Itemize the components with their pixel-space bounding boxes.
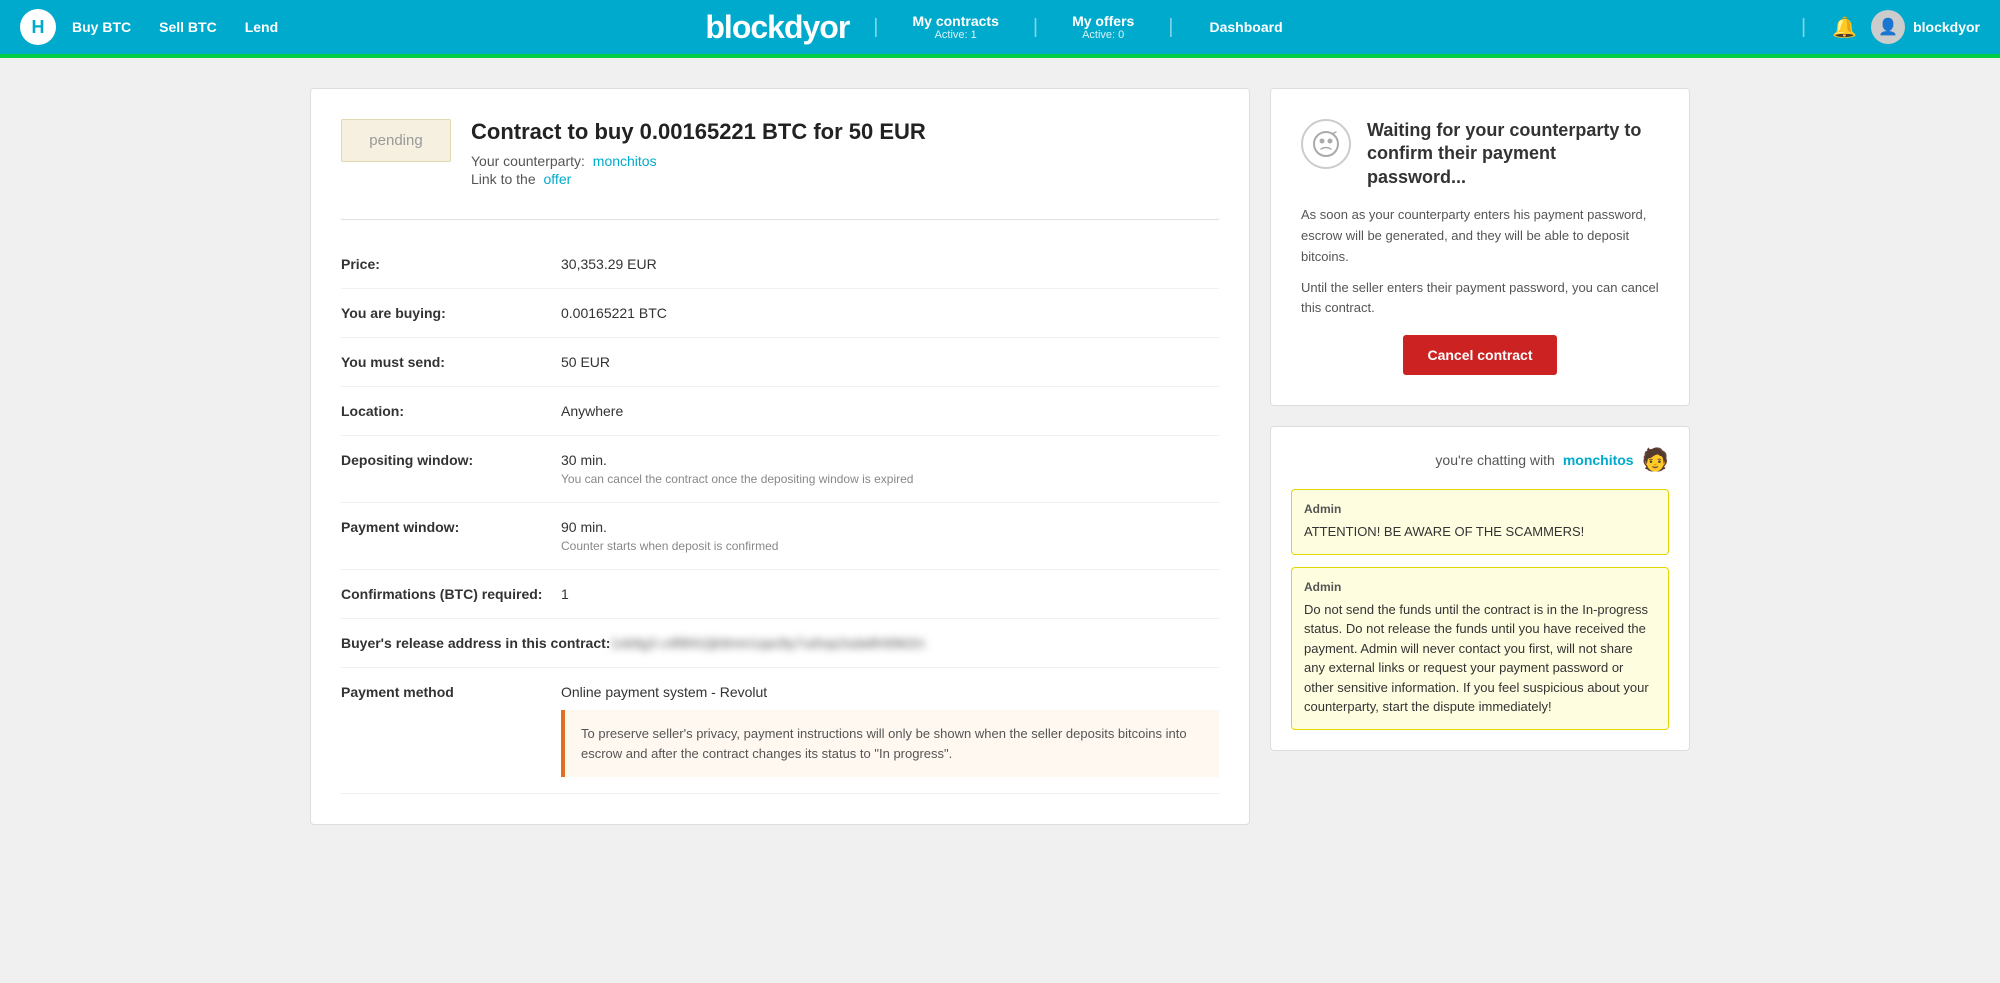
buying-value: 0.00165221 BTC xyxy=(561,305,1219,321)
main-container: pending Contract to buy 0.00165221 BTC f… xyxy=(250,58,1750,855)
right-panel: Waiting for your counterparty to confirm… xyxy=(1270,88,1690,825)
location-label: Location: xyxy=(341,403,561,419)
avatar-icon: 👤 xyxy=(1878,17,1898,37)
nav-divider-4: | xyxy=(1801,16,1806,39)
price-row: Price: 30,353.29 EUR xyxy=(341,240,1219,289)
location-value: Anywhere xyxy=(561,403,1219,419)
navbar-logo-center: blockdyor | My contracts Active: 1 | My … xyxy=(705,9,1294,46)
chat-message: Admin Do not send the funds until the con… xyxy=(1291,567,1669,730)
navbar-left-links: H Buy BTC Sell BTC Lend xyxy=(20,9,290,45)
counterparty-label: Your counterparty: xyxy=(471,153,585,169)
contract-details: Price: 30,353.29 EUR You are buying: 0.0… xyxy=(341,219,1219,794)
waiting-box: Waiting for your counterparty to confirm… xyxy=(1270,88,1690,406)
chat-message: Admin ATTENTION! BE AWARE OF THE SCAMMERS… xyxy=(1291,489,1669,555)
nav-divider-1: | xyxy=(873,16,878,39)
site-logo-text: blockdyor xyxy=(705,9,849,46)
nav-my-offers[interactable]: My offers Active: 0 xyxy=(1062,13,1144,41)
price-label: Price: xyxy=(341,256,561,272)
privacy-notice: To preserve seller's privacy, payment in… xyxy=(561,710,1219,777)
buying-label: You are buying: xyxy=(341,305,561,321)
my-offers-active: Active: 0 xyxy=(1082,29,1124,41)
msg-sender: Admin xyxy=(1304,502,1656,516)
buying-row: You are buying: 0.00165221 BTC xyxy=(341,289,1219,338)
waiting-icon xyxy=(1301,119,1351,169)
nav-sell-btc[interactable]: Sell BTC xyxy=(147,11,229,43)
contract-title: Contract to buy 0.00165221 BTC for 50 EU… xyxy=(471,119,926,145)
waiting-desc-2: Until the seller enters their payment pa… xyxy=(1301,278,1659,320)
offer-label: Link to the xyxy=(471,171,536,187)
notifications-icon[interactable]: 🔔 xyxy=(1826,9,1863,46)
send-row: You must send: 50 EUR xyxy=(341,338,1219,387)
nav-dashboard[interactable]: Dashboard xyxy=(1198,11,1295,43)
chatting-with-label: you're chatting with xyxy=(1435,452,1554,468)
status-badge: pending xyxy=(341,119,451,162)
chat-header: you're chatting with monchitos 🧑 xyxy=(1291,447,1669,473)
price-value: 30,353.29 EUR xyxy=(561,256,1219,272)
send-label: You must send: xyxy=(341,354,561,370)
chat-avatar-icon: 🧑 xyxy=(1642,447,1669,473)
depositing-label: Depositing window: xyxy=(341,452,561,468)
location-row: Location: Anywhere xyxy=(341,387,1219,436)
site-logo-icon[interactable]: H xyxy=(20,9,56,45)
waiting-title: Waiting for your counterparty to confirm… xyxy=(1367,119,1659,189)
msg-sender: Admin xyxy=(1304,580,1656,594)
navbar: H Buy BTC Sell BTC Lend blockdyor | My c… xyxy=(0,0,2000,54)
contract-header: pending Contract to buy 0.00165221 BTC f… xyxy=(341,119,1219,189)
release-address-value: 1xb9g3 c4f8hh2jk9mm1qw3ty7ui0op2sda8h99k… xyxy=(610,635,1219,651)
offer-line: Link to the offer xyxy=(471,171,926,187)
cancel-contract-button[interactable]: Cancel contract xyxy=(1403,335,1556,375)
waiting-header: Waiting for your counterparty to confirm… xyxy=(1301,119,1659,189)
chat-counterparty-link[interactable]: monchitos xyxy=(1563,452,1634,468)
nav-buy-btc[interactable]: Buy BTC xyxy=(60,11,143,43)
counterparty-line: Your counterparty: monchitos xyxy=(471,153,926,169)
payment-method-value: Online payment system - Revolut To prese… xyxy=(561,684,1219,777)
nav-divider-3: | xyxy=(1168,16,1173,39)
nav-lend[interactable]: Lend xyxy=(233,11,290,43)
nav-divider-2: | xyxy=(1033,16,1038,39)
nav-username[interactable]: blockdyor xyxy=(1913,19,1980,35)
nav-my-contracts[interactable]: My contracts Active: 1 xyxy=(903,13,1009,41)
release-address-blurred: 1xb9g3 c4f8hh2jk9mm1qw3ty7ui0op2sda8h99k… xyxy=(610,635,924,651)
offer-link[interactable]: offer xyxy=(544,171,572,187)
send-value: 50 EUR xyxy=(561,354,1219,370)
confirmations-row: Confirmations (BTC) required: 1 xyxy=(341,570,1219,619)
depositing-value: 30 min. You can cancel the contract once… xyxy=(561,452,1219,486)
my-contracts-active: Active: 1 xyxy=(935,29,977,41)
payment-method-label: Payment method xyxy=(341,684,561,700)
payment-method-row: Payment method Online payment system - R… xyxy=(341,668,1219,794)
release-address-row: Buyer's release address in this contract… xyxy=(341,619,1219,668)
depositing-sub: You can cancel the contract once the dep… xyxy=(561,472,1219,486)
waiting-desc-1: As soon as your counterparty enters his … xyxy=(1301,205,1659,267)
payment-window-row: Payment window: 90 min. Counter starts w… xyxy=(341,503,1219,570)
msg-text: Do not send the funds until the contract… xyxy=(1304,600,1656,717)
confirmations-value: 1 xyxy=(561,586,1219,602)
confirmations-label: Confirmations (BTC) required: xyxy=(341,586,561,602)
chat-messages: Admin ATTENTION! BE AWARE OF THE SCAMMERS… xyxy=(1291,489,1669,730)
my-offers-label: My offers xyxy=(1072,13,1134,29)
payment-window-value: 90 min. Counter starts when deposit is c… xyxy=(561,519,1219,553)
release-address-label: Buyer's release address in this contract… xyxy=(341,635,610,651)
payment-window-sub: Counter starts when deposit is confirmed xyxy=(561,539,1219,553)
contract-panel: pending Contract to buy 0.00165221 BTC f… xyxy=(310,88,1250,825)
my-contracts-label: My contracts xyxy=(913,13,999,29)
msg-text: ATTENTION! BE AWARE OF THE SCAMMERS! xyxy=(1304,522,1656,542)
contract-title-block: Contract to buy 0.00165221 BTC for 50 EU… xyxy=(471,119,926,189)
navbar-right: | 🔔 👤 blockdyor xyxy=(1789,9,1980,46)
payment-window-label: Payment window: xyxy=(341,519,561,535)
counterparty-link[interactable]: monchitos xyxy=(593,153,657,169)
avatar[interactable]: 👤 xyxy=(1871,10,1905,44)
depositing-row: Depositing window: 30 min. You can cance… xyxy=(341,436,1219,503)
chat-box: you're chatting with monchitos 🧑 Admin AT… xyxy=(1270,426,1690,751)
